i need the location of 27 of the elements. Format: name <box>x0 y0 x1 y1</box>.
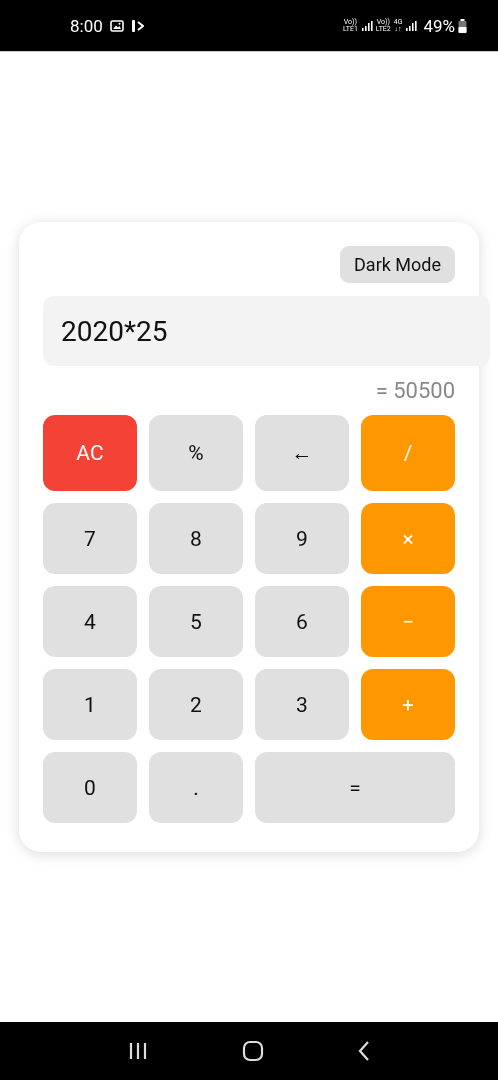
cast-icon <box>130 18 144 33</box>
back-icon[interactable] <box>357 1040 372 1062</box>
home-icon[interactable] <box>242 1040 264 1062</box>
battery-level: 49% <box>423 15 455 36</box>
digit-key[interactable]: 7 <box>43 503 137 574</box>
digit-key[interactable]: 4 <box>43 586 137 657</box>
battery-icon <box>458 18 467 33</box>
signal-icon <box>405 19 418 32</box>
digit-key[interactable]: 0 <box>43 752 137 823</box>
dark-mode-button[interactable]: Dark Mode <box>340 246 455 283</box>
digit-key[interactable]: 9 <box>255 503 349 574</box>
digit-key[interactable]: 5 <box>149 586 243 657</box>
expression-field[interactable]: 2020*25 <box>43 296 490 366</box>
result-text: = 50500 <box>375 378 455 403</box>
clear-button[interactable]: AC <box>43 415 137 491</box>
digit-key[interactable]: 1 <box>43 669 137 740</box>
digit-key[interactable]: . <box>149 752 243 823</box>
function-key[interactable]: ← <box>255 415 349 491</box>
image-icon <box>109 19 124 32</box>
signal-icon <box>360 19 373 32</box>
digit-key[interactable]: 8 <box>149 503 243 574</box>
digit-key[interactable]: 2 <box>149 669 243 740</box>
clock: 8:00 <box>70 15 103 36</box>
digit-key[interactable]: 3 <box>255 669 349 740</box>
digit-key[interactable]: 6 <box>255 586 349 657</box>
function-key[interactable]: = <box>255 752 455 823</box>
function-key[interactable]: % <box>149 415 243 491</box>
